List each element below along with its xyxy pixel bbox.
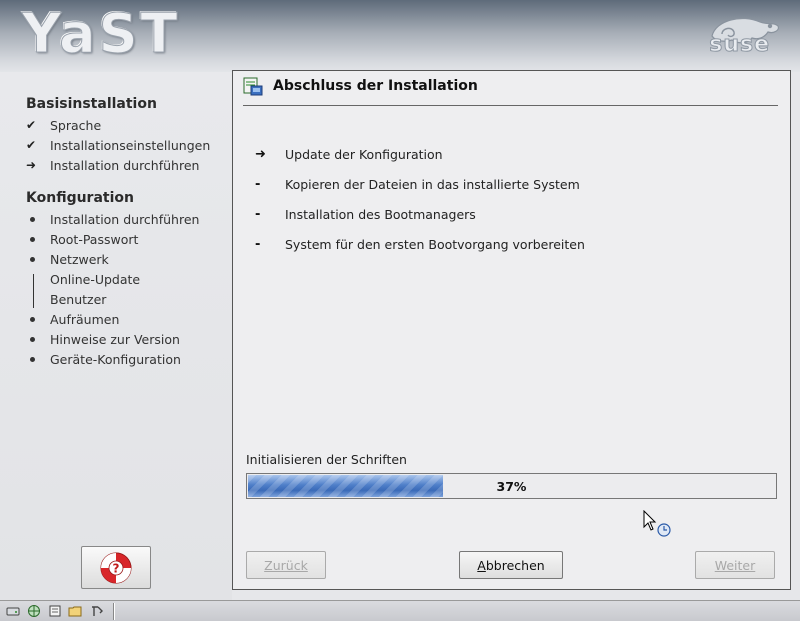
step-installationseinstellungen: ✔ Installationseinstellungen: [26, 136, 210, 154]
task-label: System für den ersten Bootvorgang vorber…: [285, 236, 585, 252]
bullet-icon: [26, 237, 50, 242]
step-sprache: ✔ Sprache: [26, 116, 101, 134]
progress-percent: 37%: [496, 478, 527, 494]
header-banner: YaST suse: [0, 0, 800, 72]
bullet-icon: [26, 217, 50, 222]
bullet-icon: [26, 257, 50, 262]
step-installation-durchfuehren-current: ➜ Installation durchführen: [26, 156, 199, 174]
panel-title: Abschluss der Installation: [273, 78, 478, 94]
task-kopieren-dateien: - Kopieren der Dateien in das installier…: [251, 175, 580, 193]
title-divider: [243, 105, 778, 106]
task-bootvorgang: - System für den ersten Bootvorgang vorb…: [251, 235, 585, 253]
back-button[interactable]: Zurück: [246, 551, 326, 579]
step-root-passwort: Root-Passwort: [26, 230, 138, 248]
section-title-konfiguration: Konfiguration: [26, 190, 134, 206]
taskbar: [0, 600, 800, 621]
arrow-right-icon: ➜: [26, 158, 37, 172]
document-icon[interactable]: [48, 604, 62, 618]
busy-cursor-icon: [643, 510, 671, 537]
checkmark-icon: ✔: [26, 118, 37, 132]
arrow-right-icon: ➜: [255, 146, 266, 162]
step-label: Sprache: [50, 117, 102, 133]
task-bootmanager: - Installation des Bootmanagers: [251, 205, 476, 223]
tools-icon[interactable]: [90, 604, 104, 618]
step-label: Geräte-Konfiguration: [50, 351, 181, 367]
step-label: Installationseinstellungen: [50, 137, 211, 153]
task-label: Kopieren der Dateien in das installierte…: [285, 176, 580, 192]
step-online-update: Online-Update: [26, 270, 140, 288]
checkmark-icon: ✔: [26, 138, 37, 152]
step-netzwerk: Netzwerk: [26, 250, 109, 268]
step-aufraeumen: Aufräumen: [26, 310, 119, 328]
step-installation-durchfuehren: Installation durchführen: [26, 210, 199, 228]
step-label: Benutzer: [50, 291, 107, 307]
task-label: Installation des Bootmanagers: [285, 206, 476, 222]
next-button[interactable]: Weiter: [695, 551, 775, 579]
step-label: Installation durchführen: [50, 157, 200, 173]
folder-icon[interactable]: [68, 604, 82, 618]
step-label: Hinweise zur Version: [50, 331, 180, 347]
install-finish-icon: [243, 77, 263, 96]
abort-label: Abbrechen: [477, 557, 545, 573]
progress-label: Initialisieren der Schriften: [246, 452, 407, 467]
step-hinweise-zur-version: Hinweise zur Version: [26, 330, 180, 348]
step-label: Aufräumen: [50, 311, 120, 327]
yast-logo: YaST: [21, 2, 181, 65]
abort-button[interactable]: Abbrechen: [459, 551, 563, 579]
dash-icon: -: [255, 236, 261, 252]
network-icon[interactable]: [27, 604, 41, 618]
step-geraete-konfiguration: Geräte-Konfiguration: [26, 350, 181, 368]
step-label: Netzwerk: [50, 251, 109, 267]
main-panel: Abschluss der Installation ➜ Update der …: [232, 70, 791, 590]
drive-icon[interactable]: [6, 604, 20, 618]
dash-icon: -: [255, 176, 261, 192]
step-label: Installation durchführen: [50, 211, 200, 227]
suse-wordmark: suse: [709, 32, 770, 58]
step-label: Online-Update: [50, 271, 141, 287]
step-label: Root-Passwort: [50, 231, 139, 247]
lifebuoy-question-icon: ?: [100, 552, 132, 583]
bullet-icon: [26, 357, 50, 362]
progress-bar: 37%: [246, 473, 777, 499]
taskbar-separator: [113, 603, 115, 620]
svg-text:?: ?: [113, 561, 120, 575]
task-update-konfiguration: ➜ Update der Konfiguration: [251, 145, 443, 163]
task-label: Update der Konfiguration: [285, 146, 443, 162]
dash-icon: -: [255, 206, 261, 222]
bullet-icon: [26, 337, 50, 342]
help-button[interactable]: ?: [81, 546, 151, 589]
sidebar: Basisinstallation ✔ Sprache ✔ Installati…: [0, 72, 232, 600]
step-benutzer: Benutzer: [26, 290, 106, 308]
section-title-basisinstallation: Basisinstallation: [26, 96, 157, 112]
bullet-icon: [26, 317, 50, 322]
